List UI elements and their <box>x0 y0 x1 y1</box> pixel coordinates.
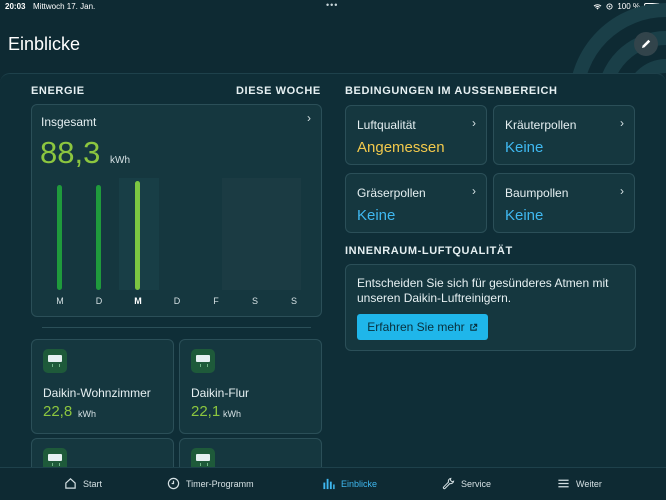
indoor-section-label: INNENRAUM-LUFTQUALITÄT <box>345 245 513 257</box>
external-link-icon <box>469 323 477 331</box>
energy-total-value: 88,3 <box>40 135 101 170</box>
tab-label: Weiter <box>576 478 602 489</box>
ac-unit-icon <box>191 349 215 373</box>
energy-period-label: DIESE WOCHE <box>236 85 321 97</box>
menu-icon <box>558 479 569 488</box>
chevron-right-icon: › <box>307 111 311 125</box>
indoor-description: Entscheiden Sie sich für gesünderes Atme… <box>357 276 609 305</box>
day-label: D <box>95 296 103 306</box>
weed-pollen-card[interactable]: Kräuterpollen › Keine <box>493 105 635 165</box>
device-name: Daikin-Wohnzimmer <box>43 386 151 400</box>
device-card-wohnzimmer[interactable]: Daikin-Wohnzimmer 22,8 kWh <box>31 339 174 434</box>
ac-unit-icon <box>43 349 67 373</box>
tab-label: Service <box>461 478 492 489</box>
pencil-icon <box>642 39 651 48</box>
page-title: Einblicke <box>8 34 81 54</box>
tab-label: Start <box>83 478 103 489</box>
tab-einblicke[interactable]: Einblicke <box>322 477 377 490</box>
energy-total-card[interactable]: Insgesamt › 88,3 kWh M D M D F S S <box>31 104 322 317</box>
chevron-right-icon: › <box>472 184 476 198</box>
energy-bar-1[interactable] <box>96 185 101 290</box>
tab-label: Timer-Programm <box>186 478 254 489</box>
energy-section-label: ENERGIE <box>31 85 85 97</box>
energy-card-label: Insgesamt <box>41 115 97 129</box>
learn-more-button[interactable]: Erfahren Sie mehr <box>357 314 488 340</box>
day-label: M <box>134 296 142 306</box>
tab-service[interactable]: Service <box>442 477 491 490</box>
clock-icon <box>167 477 180 490</box>
bar-chart-icon <box>323 478 335 490</box>
condition-label: Baumpollen <box>505 186 569 200</box>
condition-value: Angemessen <box>357 139 445 156</box>
tab-label: Einblicke <box>341 478 378 489</box>
tab-timer-programm[interactable]: Timer-Programm <box>167 477 254 490</box>
tab-start[interactable]: Start <box>64 477 102 490</box>
day-label: S <box>290 296 297 306</box>
device-energy-value: 22,8 <box>43 403 73 420</box>
tab-weiter[interactable]: Weiter <box>557 477 602 490</box>
chevron-right-icon: › <box>472 116 476 130</box>
condition-value: Keine <box>505 207 544 224</box>
status-time: 20:03 <box>5 2 26 11</box>
condition-label: Kräuterpollen <box>505 118 577 132</box>
home-icon <box>65 478 76 489</box>
condition-value: Keine <box>505 139 544 156</box>
device-card-flur[interactable]: Daikin-Flur 22,1 kWh <box>179 339 322 434</box>
energy-bar-2[interactable] <box>135 181 140 290</box>
edit-button[interactable] <box>634 32 658 56</box>
multitasking-dots[interactable]: ••• <box>326 0 338 10</box>
indoor-air-card: Entscheiden Sie sich für gesünderes Atme… <box>345 264 636 351</box>
condition-label: Luftqualität <box>357 118 416 132</box>
tree-pollen-card[interactable]: Baumpollen › Keine <box>493 173 635 233</box>
status-date: Mittwoch 17. Jan. <box>33 2 96 11</box>
grass-pollen-card[interactable]: Gräserpollen › Keine <box>345 173 487 233</box>
condition-value: Keine <box>357 207 396 224</box>
wrench-icon <box>442 477 455 490</box>
chevron-right-icon: › <box>620 184 624 198</box>
device-energy-unit: kWh <box>78 409 96 419</box>
energy-total-unit: kWh <box>110 155 130 166</box>
divider <box>42 327 311 328</box>
device-energy-value: 22,1 <box>191 403 221 420</box>
future-days-area <box>222 178 301 290</box>
energy-bar-0[interactable] <box>57 185 62 290</box>
day-label: S <box>251 296 258 306</box>
outdoor-section-label: BEDINGUNGEN IM AUSSENBEREICH <box>345 85 558 97</box>
device-energy-unit: kWh <box>223 409 241 419</box>
chevron-right-icon: › <box>620 116 624 130</box>
day-label: D <box>173 296 181 306</box>
condition-label: Gräserpollen <box>357 186 426 200</box>
tab-bar: Start Timer-Programm Einblicke Service W… <box>0 467 666 500</box>
air-quality-card[interactable]: Luftqualität › Angemessen <box>345 105 487 165</box>
device-name: Daikin-Flur <box>191 386 250 400</box>
day-label: M <box>56 296 64 306</box>
learn-more-label: Erfahren Sie mehr <box>367 320 465 334</box>
day-label: F <box>213 296 219 306</box>
energy-bar-chart <box>44 178 314 290</box>
